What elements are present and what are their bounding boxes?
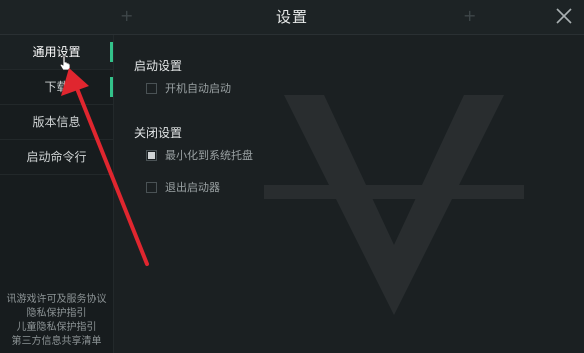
license-agreement-link[interactable]: 讯游戏许可及服务协议 (0, 293, 113, 307)
minimize-to-tray-checkbox[interactable] (146, 149, 157, 161)
startup-settings-title: 启动设置 (134, 59, 183, 73)
settings-window: + + 设置 通用设置 下载 版本信息 启动命令行 讯游戏许可及服务协议 隐私保… (0, 0, 584, 353)
third-party-sharing-link[interactable]: 第三方信息共享清单 (0, 335, 113, 349)
child-privacy-guide-link[interactable]: 儿童隐私保护指引 (0, 321, 113, 335)
exit-launcher-checkbox[interactable] (146, 181, 157, 193)
minimize-to-tray-option[interactable]: 最小化到系统托盘 (146, 148, 253, 164)
sidebar-item-label: 下载 (44, 80, 69, 94)
tab-indicator (110, 77, 113, 97)
sidebar-item-label: 版本信息 (32, 115, 81, 129)
auto-start-option[interactable]: 开机自动启动 (146, 81, 231, 97)
background-emblem (264, 95, 524, 315)
sidebar-item-version-info[interactable]: 版本信息 (0, 105, 113, 140)
sidebar-item-download[interactable]: 下载 (0, 70, 113, 105)
sidebar-item-label: 启动命令行 (26, 150, 87, 164)
legal-links: 讯游戏许可及服务协议 隐私保护指引 儿童隐私保护指引 第三方信息共享清单 (0, 293, 113, 349)
auto-start-checkbox[interactable] (146, 82, 157, 94)
auto-start-label: 开机自动启动 (165, 82, 231, 95)
sidebar-item-general-settings[interactable]: 通用设置 (0, 35, 113, 70)
minimize-to-tray-label: 最小化到系统托盘 (165, 149, 253, 162)
title-bar: + + 设置 (0, 0, 584, 35)
window-title: 设置 (275, 8, 308, 26)
sidebar-item-label: 通用设置 (32, 45, 81, 59)
settings-content: 启动设置 开机自动启动 关闭设置 最小化到系统托盘 退出启动器 (114, 35, 584, 353)
privacy-guide-link[interactable]: 隐私保护指引 (0, 307, 113, 321)
active-indicator (110, 42, 113, 62)
exit-launcher-option[interactable]: 退出启动器 (146, 180, 220, 196)
hand-cursor-icon (59, 55, 71, 71)
sidebar-item-launch-command-line[interactable]: 启动命令行 (0, 140, 113, 175)
close-settings-title: 关闭设置 (134, 126, 183, 140)
exit-launcher-label: 退出启动器 (165, 181, 220, 194)
sidebar: 通用设置 下载 版本信息 启动命令行 讯游戏许可及服务协议 隐私保护指引 儿童隐… (0, 35, 114, 353)
close-icon[interactable] (554, 6, 574, 26)
